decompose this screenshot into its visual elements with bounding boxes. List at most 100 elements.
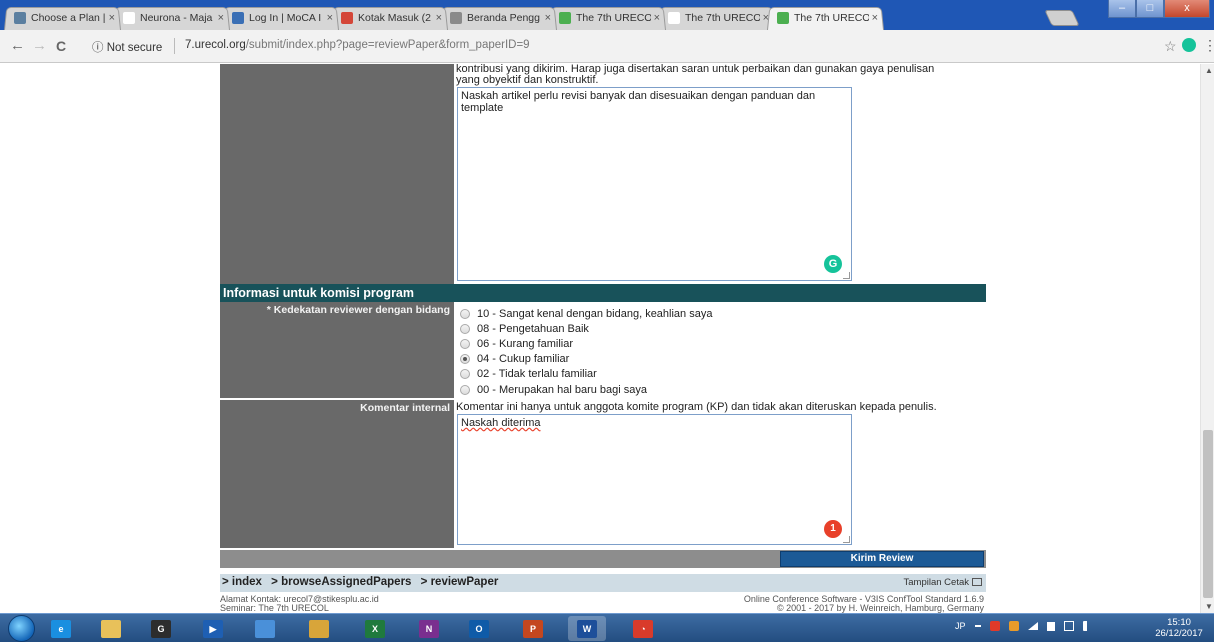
grammarly-g-icon[interactable]: G [824, 255, 842, 273]
print-view-link[interactable]: Tampilan Cetak [904, 577, 982, 588]
breadcrumb-index[interactable]: > index [222, 576, 262, 588]
tab-favicon-icon [559, 12, 571, 24]
start-button[interactable] [8, 615, 35, 642]
flag-icon[interactable] [1046, 621, 1055, 631]
scroll-thumb[interactable] [1203, 430, 1213, 598]
radio-button[interactable] [460, 338, 470, 349]
window-controls: – □ x [1108, 0, 1210, 18]
expertise-option[interactable]: 10 - Sangat kenal dengan bidang, keahlia… [460, 306, 712, 321]
expertise-option-label: 00 - Merupakan hal baru bagi saya [477, 383, 647, 396]
tray-dash-icon[interactable] [974, 625, 981, 627]
bookmark-star-icon[interactable]: ☆ [1164, 38, 1177, 55]
page-scrollbar[interactable]: ▲ ▼ [1200, 64, 1214, 613]
maximize-button[interactable]: □ [1136, 0, 1164, 18]
submit-review-button[interactable]: Kirim Review [780, 551, 984, 567]
taskbar-app-button[interactable]: X [356, 616, 394, 641]
radio-button[interactable] [460, 308, 470, 319]
internal-value-cell: Komentar ini hanya untuk anggota komite … [456, 400, 986, 548]
volume-icon[interactable] [1082, 621, 1093, 631]
taskbar-app-button[interactable]: ▶ [194, 616, 232, 641]
grammar-error-badge[interactable]: 1 [824, 520, 842, 538]
minimize-button[interactable]: – [1108, 0, 1136, 18]
taskbar-app-button[interactable] [92, 616, 130, 641]
expertise-option-label: 04 - Cukup familiar [477, 353, 570, 366]
taskbar-app-button[interactable] [300, 616, 338, 641]
section-header-program-committee: Informasi untuk komisi program [220, 284, 986, 302]
internal-comment-label: Komentar internal [360, 402, 450, 414]
radio-button[interactable] [460, 384, 470, 395]
tab-close-icon[interactable]: × [872, 12, 878, 24]
breadcrumb-review-paper[interactable]: > reviewPaper [421, 576, 499, 588]
file-explorer-icon [101, 619, 121, 638]
internal-comment-textarea[interactable]: Naskah diterima [457, 414, 852, 545]
taskbar-app-button[interactable] [246, 616, 284, 641]
taskbar-app-button[interactable]: N [410, 616, 448, 641]
tray-app-icon[interactable] [1008, 621, 1019, 631]
scroll-down-arrow-icon[interactable]: ▼ [1205, 602, 1213, 611]
review-form: kontribusi yang dikirim. Harap juga dise… [220, 64, 986, 613]
resize-grip-icon[interactable] [843, 536, 850, 543]
clock-date: 26/12/2017 [1155, 628, 1203, 639]
tab-title: Log In | MoCA I [249, 12, 322, 24]
tab-content: Neurona - Maja × [113, 6, 230, 30]
tab-content: Beranda Pengg × [440, 6, 557, 30]
internal-label-cell: Komentar internal [220, 400, 454, 548]
internal-comment-text: Naskah diterima [461, 417, 541, 429]
radio-button[interactable] [460, 323, 470, 334]
taskbar-app-button[interactable]: e [42, 616, 80, 641]
breadcrumb-browse-assigned[interactable]: > browseAssignedPapers [271, 576, 411, 588]
taskbar-app-button[interactable]: W [568, 616, 606, 641]
page-viewport: kontribusi yang dikirim. Harap juga dise… [0, 64, 1200, 613]
forward-arrow-icon[interactable]: → [32, 38, 47, 54]
taskbar-app-button[interactable]: O [460, 616, 498, 641]
address-bar[interactable]: ⓘ Not secure 7.urecol.org/submit/index.p… [92, 35, 1160, 58]
language-indicator[interactable]: JP [955, 621, 966, 631]
expertise-option[interactable]: 06 - Kurang familiar [460, 336, 573, 351]
scroll-up-arrow-icon[interactable]: ▲ [1205, 66, 1213, 75]
review-comment-textarea[interactable]: Naskah artikel perlu revisi banyak dan d… [457, 87, 852, 281]
reload-icon[interactable]: C [56, 38, 66, 54]
taskbar-app-button[interactable]: G [142, 616, 180, 641]
speedometer-icon: ◔ [633, 619, 653, 638]
seminar-name: Seminar: The 7th URECOL [220, 603, 329, 613]
expertise-option[interactable]: 00 - Merupakan hal baru bagi saya [460, 382, 647, 397]
browser-menu-icon[interactable]: ⋮ [1203, 37, 1214, 54]
review-help-line2: yang obyektif dan konstruktif. [456, 74, 599, 86]
tab-content: Log In | MoCA I × [222, 6, 339, 30]
tab-favicon-icon [668, 12, 680, 24]
security-indicator[interactable]: ⓘ Not secure [92, 39, 162, 55]
expertise-label-cell: * Kedekatan reviewer dengan bidang [220, 302, 454, 398]
outlook-icon: O [469, 619, 489, 638]
expertise-option-label: 06 - Kurang familiar [477, 337, 573, 350]
review-value-cell: kontribusi yang dikirim. Harap juga dise… [456, 64, 986, 284]
resize-grip-icon[interactable] [843, 272, 850, 279]
taskbar-clock[interactable]: 15:10 26/12/2017 [1154, 617, 1204, 639]
tray-notification-icon[interactable] [989, 621, 1000, 631]
tab-title: The 7th URECO [794, 12, 869, 24]
tab-content: Kotak Masuk (2 × [331, 6, 448, 30]
radio-button[interactable] [460, 369, 470, 380]
url-host: 7.urecol.org [185, 39, 246, 51]
grammarly-extension-icon[interactable] [1182, 38, 1196, 52]
url-text[interactable]: 7.urecol.org/submit/index.php?page=revie… [185, 39, 530, 51]
expertise-option[interactable]: 04 - Cukup familiar [460, 352, 569, 367]
submit-bar: Kirim Review [220, 550, 986, 568]
radio-button[interactable] [460, 354, 470, 365]
review-label-cell [220, 64, 454, 284]
taskbar-app-button[interactable]: ◔ [624, 616, 662, 641]
address-divider [174, 38, 175, 54]
taskbar-app-button[interactable]: P [514, 616, 552, 641]
expertise-option[interactable]: 02 - Tidak terlalu familiar [460, 367, 597, 382]
tab-title: The 7th URECO [576, 12, 651, 24]
expertise-option[interactable]: 08 - Pengetahuan Baik [460, 321, 589, 336]
chrome-icon [255, 619, 275, 638]
app-icon-g: G [151, 619, 171, 638]
internal-help-text: Komentar ini hanya untuk anggota komite … [456, 401, 937, 413]
tab-content: Choose a Plan | × [4, 6, 121, 30]
tab-title: Neurona - Maja [140, 12, 213, 24]
signal-icon[interactable] [1027, 622, 1038, 630]
back-arrow-icon[interactable]: ← [10, 38, 25, 54]
close-window-button[interactable]: x [1164, 0, 1210, 18]
battery-icon[interactable] [1063, 621, 1074, 631]
new-tab-button[interactable] [1044, 10, 1080, 26]
